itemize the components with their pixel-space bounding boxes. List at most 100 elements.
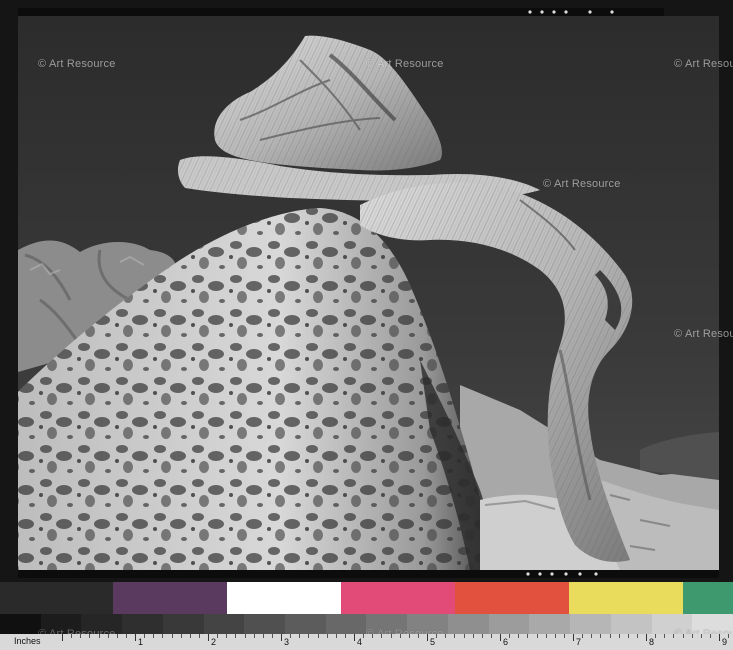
ruler-tick — [89, 634, 91, 638]
ruler-tick — [664, 634, 666, 638]
ruler-tick — [390, 634, 392, 638]
gray-step — [529, 614, 571, 634]
color-patch — [0, 582, 113, 614]
ruler-tick — [399, 634, 401, 638]
ruler-tick — [326, 634, 328, 638]
ruler-tick — [427, 634, 428, 641]
gray-step — [610, 614, 652, 634]
ruler-tick — [62, 634, 63, 641]
ruler-number: 3 — [284, 637, 290, 647]
ruler-tick — [281, 634, 282, 641]
ruler-number: 2 — [211, 637, 217, 647]
ruler-number: 7 — [576, 637, 582, 647]
ruler-tick — [344, 634, 346, 638]
ruler-tick — [618, 634, 620, 638]
ruler-tick — [171, 634, 173, 638]
ruler-tick — [500, 634, 501, 641]
ruler-number: 5 — [430, 637, 436, 647]
ruler-tick — [554, 634, 556, 638]
ruler-tick — [198, 634, 200, 638]
watermark: © Art Resource — [674, 328, 733, 340]
ruler-tick — [719, 634, 720, 641]
ruler-tick — [98, 634, 100, 638]
film-edge-marks-bottom — [18, 570, 719, 578]
ruler-tick — [490, 634, 492, 638]
watermark: © Art Resource — [674, 58, 733, 70]
ruler-tick — [691, 634, 693, 638]
ruler-tick — [317, 634, 319, 638]
color-patch — [569, 582, 683, 614]
photo-frame: © Art Resource © Art Resource © Art Reso… — [0, 0, 733, 582]
ruler-number: 9 — [722, 637, 728, 647]
ruler-tick — [655, 634, 657, 638]
color-patch — [341, 582, 455, 614]
ruler-number: 1 — [138, 637, 144, 647]
ruler-tick — [80, 634, 82, 638]
color-patch — [455, 582, 569, 614]
watermark: © Art Resource — [38, 58, 116, 70]
gray-step — [162, 614, 204, 634]
color-patch — [227, 582, 341, 614]
gray-step — [122, 614, 163, 634]
ruler-tick — [545, 634, 547, 638]
inch-ruler: Inches 1 2 3 4 5 6 7 8 9 — [0, 634, 733, 650]
ruler-tick — [636, 634, 638, 638]
watermark: © Art Resource — [543, 178, 621, 190]
ruler-tick — [563, 634, 565, 638]
ruler-tick — [253, 634, 255, 638]
ruler-tick — [144, 634, 146, 638]
ruler-tick — [226, 634, 228, 638]
gray-step — [285, 614, 326, 634]
ruler-tick — [682, 634, 684, 638]
gray-step — [447, 614, 489, 634]
ruler-tick — [335, 634, 337, 638]
ruler-tick — [728, 634, 730, 638]
watermark: © Art Resource — [366, 58, 444, 70]
ruler-tick — [609, 634, 611, 638]
ruler-tick — [445, 634, 447, 638]
ruler-tick — [600, 634, 602, 638]
ruler-number: 8 — [649, 637, 655, 647]
ruler-tick — [582, 634, 584, 638]
ruler-tick — [481, 634, 483, 638]
gray-step — [325, 614, 367, 634]
ruler-unit-label: Inches — [14, 636, 41, 646]
ruler-tick — [573, 634, 574, 641]
ruler-number: 6 — [503, 637, 509, 647]
ruler-tick — [436, 634, 438, 638]
ruler-tick — [235, 634, 237, 638]
color-patch — [683, 582, 733, 614]
color-calibration-bar — [0, 582, 733, 614]
ruler-tick — [472, 634, 474, 638]
photograph — [0, 0, 733, 582]
gray-step — [570, 614, 611, 634]
ruler-tick — [290, 634, 292, 638]
gray-step — [244, 614, 286, 634]
ruler-tick — [262, 634, 264, 638]
ruler-tick — [646, 634, 647, 641]
ruler-tick — [125, 634, 127, 638]
gray-step — [488, 614, 530, 634]
film-edge-marks — [18, 8, 664, 16]
gray-step — [0, 614, 41, 634]
ruler-tick — [299, 634, 301, 638]
ruler-tick — [354, 634, 355, 641]
ruler-tick — [244, 634, 246, 638]
ruler-tick — [518, 634, 520, 638]
ruler-tick — [372, 634, 374, 638]
ruler-tick — [709, 634, 711, 638]
ruler-tick — [116, 634, 118, 638]
ruler-tick — [107, 634, 109, 638]
ruler-tick — [627, 634, 629, 638]
ruler-tick — [417, 634, 419, 638]
ruler-tick — [162, 634, 164, 638]
ruler-tick — [509, 634, 511, 638]
ruler-tick — [153, 634, 155, 638]
ruler-tick — [408, 634, 410, 638]
ruler-tick — [463, 634, 465, 638]
gray-step — [203, 614, 245, 634]
ruler-tick — [271, 634, 273, 638]
ruler-tick — [217, 634, 219, 638]
ruler-tick — [363, 634, 365, 638]
ruler-tick — [673, 634, 675, 638]
